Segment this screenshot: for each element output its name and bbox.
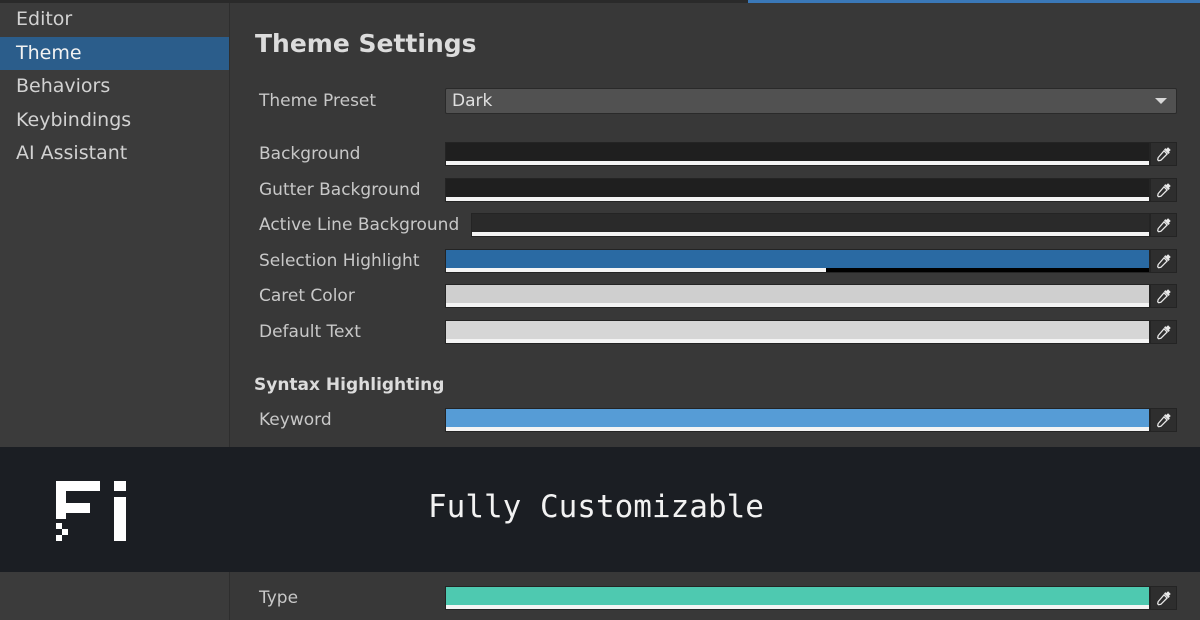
- eyedropper-icon: [1156, 324, 1171, 339]
- color-color-swatch[interactable]: [445, 177, 1150, 202]
- alpha-bar: [472, 232, 1149, 236]
- alpha-bar: [446, 267, 826, 272]
- color-color-swatch[interactable]: [445, 284, 1150, 308]
- sidebar-item-behaviors[interactable]: Behaviors: [0, 70, 229, 104]
- eyedropper-icon: [1156, 253, 1171, 268]
- chevron-down-icon: [1155, 98, 1167, 104]
- theme-preset-value: Dark: [452, 91, 493, 111]
- color-color-swatch[interactable]: [471, 213, 1150, 237]
- color-row: Gutter Background: [230, 176, 1200, 206]
- eyedropper-button[interactable]: [1150, 284, 1177, 308]
- color-label: Selection Highlight: [259, 250, 420, 271]
- alpha-bar: [446, 303, 1149, 307]
- color-label: Caret Color: [259, 286, 355, 306]
- alpha-bar: [446, 338, 1149, 343]
- color-color-swatch[interactable]: [445, 248, 1150, 273]
- color-label: Active Line Background: [259, 215, 460, 235]
- banner-tagline: Fully Customizable: [428, 489, 764, 525]
- eyedropper-button[interactable]: [1150, 248, 1177, 273]
- theme-preset-label: Theme Preset: [259, 91, 377, 111]
- eyedropper-icon: [1156, 218, 1171, 233]
- syntax-section-title: Syntax Highlighting: [254, 375, 445, 395]
- alpha-bar-empty: [825, 267, 1149, 272]
- eyedropper-icon: [1156, 147, 1171, 162]
- alpha-bar: [446, 427, 1149, 431]
- color-color-swatch[interactable]: [445, 142, 1150, 166]
- syntax-row: Type: [230, 584, 1200, 614]
- alpha-bar: [446, 161, 1149, 165]
- eyedropper-button[interactable]: [1150, 586, 1177, 610]
- eyedropper-icon: [1156, 591, 1171, 606]
- sidebar-item-ai-assistant[interactable]: AI Assistant: [0, 137, 229, 171]
- sidebar-item-theme[interactable]: Theme: [0, 36, 229, 71]
- eyedropper-button[interactable]: [1150, 142, 1177, 166]
- syntax-row: Keyword: [230, 406, 1200, 436]
- eyedropper-button[interactable]: [1150, 408, 1177, 432]
- color-color-swatch[interactable]: [445, 319, 1150, 344]
- eyedropper-button[interactable]: [1150, 177, 1177, 202]
- eyedropper-icon: [1156, 182, 1171, 197]
- color-row: Active Line Background: [230, 211, 1200, 241]
- syntax-color-swatch[interactable]: [445, 586, 1150, 610]
- page-title: Theme Settings: [255, 29, 477, 58]
- color-label: Gutter Background: [259, 179, 421, 200]
- sidebar-item-editor[interactable]: Editor: [0, 3, 229, 37]
- color-row: Caret Color: [230, 282, 1200, 312]
- alpha-bar: [446, 196, 1149, 201]
- syntax-label: Keyword: [259, 410, 332, 430]
- color-label: Background: [259, 144, 361, 164]
- eyedropper-icon: [1156, 289, 1171, 304]
- syntax-label: Type: [259, 588, 299, 608]
- eyedropper-button[interactable]: [1150, 319, 1177, 344]
- syntax-color-swatch[interactable]: [445, 408, 1150, 432]
- color-row: Default Text: [230, 318, 1200, 348]
- color-row: Selection Highlight: [230, 247, 1200, 277]
- color-label: Default Text: [259, 321, 361, 342]
- theme-preset-dropdown[interactable]: Dark: [445, 88, 1177, 114]
- sidebar-item-keybindings[interactable]: Keybindings: [0, 104, 229, 138]
- eyedropper-icon: [1156, 413, 1171, 428]
- eyedropper-button[interactable]: [1150, 213, 1177, 237]
- alpha-bar: [446, 605, 1149, 609]
- fi-logo-icon: [56, 481, 126, 541]
- promo-banner: Fully Customizable: [0, 447, 1200, 572]
- color-row: Background: [230, 140, 1200, 170]
